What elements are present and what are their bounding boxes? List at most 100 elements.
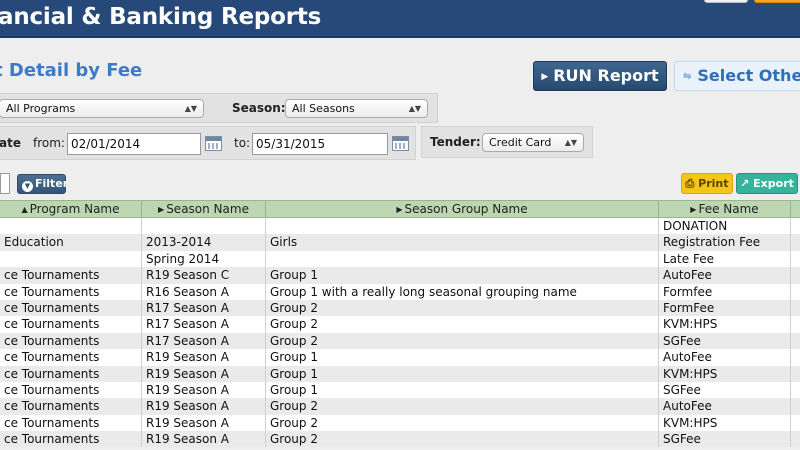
table-cell: R19 Season A <box>142 349 266 366</box>
run-report-button[interactable]: ▶ RUN Report <box>533 61 667 91</box>
table-cell: Group 2 <box>266 332 659 350</box>
select-arrows-icon: ▲▼ <box>408 104 421 113</box>
table-cell: Group 1 <box>266 349 659 366</box>
filter-panel-tender: Tender: Credit Card ▲▼ <box>421 126 593 158</box>
table-row: ce Tournaments R17 Season A Group 2 SGFee <box>0 332 800 350</box>
table-row: ce Tournaments R19 Season A Group 2 AutoFee <box>0 398 800 415</box>
column-header-next[interactable] <box>791 201 800 218</box>
tender-select-value: Credit Card <box>489 136 552 149</box>
column-header-fee-name[interactable]: ▶ Fee Name <box>659 201 791 218</box>
tender-label: Tender: <box>430 135 481 149</box>
table-cell: Group 2 <box>266 414 659 432</box>
column-header-label: Program Name <box>29 202 120 216</box>
table-cell: ce Tournaments <box>0 299 142 317</box>
program-select[interactable]: All Programs ▲▼ <box>0 99 204 118</box>
page-title: ancial & Banking Reports <box>0 4 322 30</box>
column-header-label: Fee Name <box>698 202 759 216</box>
table-cell: Group 2 <box>266 431 659 448</box>
from-date-input[interactable]: 02/01/2014 <box>67 133 201 155</box>
table-cell <box>266 218 659 235</box>
table-cell: R16 Season A <box>142 283 266 300</box>
from-label: from: <box>33 136 65 150</box>
report-subtitle: t Detail by Fee <box>0 60 143 81</box>
table-cell: ce Tournaments <box>0 267 142 284</box>
table-cell <box>791 333 800 349</box>
table-cell: R19 Season A <box>142 414 266 432</box>
to-date-input[interactable]: 05/31/2015 <box>252 133 388 155</box>
table-row: Spring 2014 Late Fee <box>0 250 800 268</box>
table-cell: R19 Season A <box>142 365 266 382</box>
select-other-label: Select Other <box>697 66 800 85</box>
table-row: ce Tournaments R17 Season A Group 2 KVM:HPS <box>0 316 800 333</box>
header-corner-button-right[interactable] <box>754 0 800 3</box>
table-cell: SGFee <box>659 381 791 399</box>
column-header-label: Season Name <box>166 202 249 216</box>
table-cell: Group 1 <box>266 365 659 382</box>
header-corner-button-left[interactable] <box>704 0 748 3</box>
select-arrows-icon: ▲▼ <box>564 138 577 147</box>
table-row: ce Tournaments R19 Season A Group 2 SGFee <box>0 431 800 448</box>
table-row: ce Tournaments R19 Season A Group 1 SGFee <box>0 381 800 399</box>
table-header: ▲ Program Name ▶ Season Name ▶ Season Group… <box>0 200 800 218</box>
table-row: ce Tournaments R19 Season A Group 1 AutoFee <box>0 349 800 366</box>
table-cell <box>791 382 800 398</box>
table-row: ce Tournaments R19 Season A Group 2 KVM:HPS <box>0 414 800 432</box>
filter-button-label: Filter <box>35 177 69 190</box>
print-button-label: Print <box>698 177 729 190</box>
table-cell: KVM:HPS <box>659 316 791 333</box>
table-cell: 2013-2014 <box>142 234 266 251</box>
table-cell <box>266 250 659 268</box>
table-cell: Group 1 <box>266 381 659 399</box>
calendar-icon[interactable] <box>392 136 409 151</box>
table-cell <box>791 349 800 365</box>
table-cell: R19 Season A <box>142 398 266 415</box>
sort-arrow-icon: ▶ <box>158 205 165 214</box>
table-cell: Group 2 <box>266 299 659 317</box>
printer-icon: ⎙ <box>685 177 695 190</box>
export-button[interactable]: ↗ Export <box>736 173 798 194</box>
print-button[interactable]: ⎙ Print <box>681 173 733 194</box>
table-cell: Group 2 <box>266 316 659 333</box>
table-row: DONATION <box>0 218 800 235</box>
calendar-icon[interactable] <box>205 136 222 151</box>
table-cell: ce Tournaments <box>0 332 142 350</box>
table-cell: R17 Season A <box>142 316 266 333</box>
select-other-button[interactable]: ⇋ Select Other <box>674 61 800 91</box>
select-arrows-icon: ▲▼ <box>184 104 197 113</box>
tender-select[interactable]: Credit Card ▲▼ <box>482 133 584 152</box>
table-cell: KVM:HPS <box>659 414 791 432</box>
filter-panel-date: ate from: 02/01/2014 to: 05/31/2015 <box>0 126 416 160</box>
column-header-program-name[interactable]: ▲ Program Name <box>0 201 142 218</box>
filter-button[interactable]: ▼ Filter <box>17 174 69 194</box>
swap-icon: ⇋ <box>683 71 692 82</box>
table-cell <box>0 218 142 235</box>
table-cell: R17 Season A <box>142 332 266 350</box>
table-cell: R17 Season A <box>142 299 266 317</box>
table-cell: Late Fee <box>659 250 791 268</box>
column-header-season-group-name[interactable]: ▶ Season Group Name <box>266 201 659 218</box>
table-cell: Girls <box>266 234 659 251</box>
chevron-down-icon: ▼ <box>22 181 33 192</box>
play-icon: ▶ <box>541 72 549 82</box>
table-cell: Group 1 <box>266 267 659 284</box>
table-cell: R19 Season A <box>142 431 266 448</box>
table-cell: Registration Fee <box>659 234 791 251</box>
table-cell: ce Tournaments <box>0 381 142 399</box>
table-cell <box>791 218 800 234</box>
program-select-value: All Programs <box>6 102 76 115</box>
table-cell <box>791 251 800 267</box>
season-label: Season: <box>232 101 286 115</box>
table-cell: SGFee <box>659 431 791 448</box>
table-cell <box>791 398 800 414</box>
filter-text-input[interactable] <box>0 173 10 194</box>
run-report-label: RUN Report <box>553 66 659 85</box>
report-table: ▲ Program Name ▶ Season Name ▶ Season Group… <box>0 200 800 448</box>
table-cell: DONATION <box>659 218 791 235</box>
season-select[interactable]: All Seasons ▲▼ <box>285 99 428 118</box>
table-cell: Education <box>0 234 142 251</box>
column-header-season-name[interactable]: ▶ Season Name <box>142 201 266 218</box>
table-cell <box>791 234 800 250</box>
table-cell <box>142 218 266 235</box>
table-cell: AutoFee <box>659 398 791 415</box>
column-header-label: Season Group Name <box>404 202 528 216</box>
